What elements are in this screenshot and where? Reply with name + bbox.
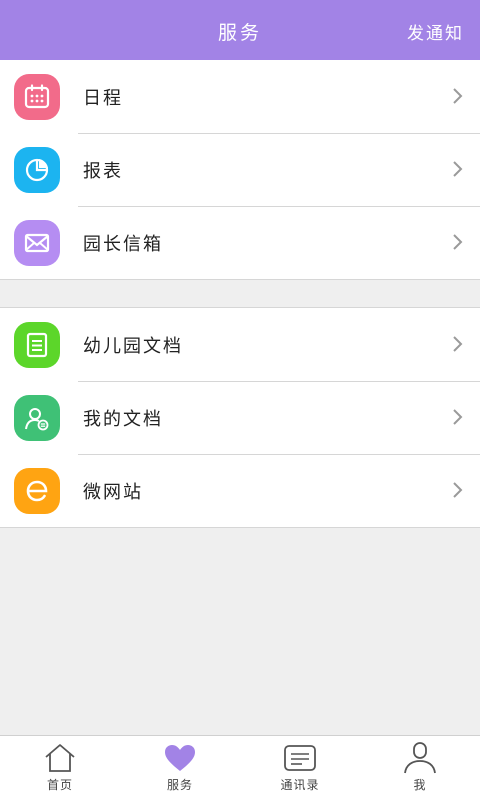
menu-item-label: 我的文档 — [83, 409, 163, 430]
chevron-right-icon — [453, 88, 463, 104]
menu-item-schedule[interactable]: 日程 — [0, 60, 480, 133]
pie-chart-icon — [14, 147, 60, 193]
chevron-right-icon — [453, 482, 463, 498]
tab-label: 我 — [413, 778, 427, 792]
e-site-icon — [14, 468, 60, 514]
menu-item-my-docs[interactable]: 我的文档 — [0, 381, 480, 454]
chevron-right-icon — [453, 336, 463, 352]
menu-item-label: 园长信箱 — [83, 234, 163, 255]
top-bar: 服务 发通知 — [0, 0, 480, 60]
tab-label: 首页 — [46, 778, 73, 792]
menu-item-label: 微网站 — [83, 482, 143, 503]
user-document-icon — [14, 395, 60, 441]
menu-item-micro-site[interactable]: 微网站 — [0, 454, 480, 527]
bottom-tab-bar: 首页 服务 通讯录 我 — [0, 735, 480, 800]
tab-me[interactable]: 我 — [360, 736, 480, 800]
contacts-icon — [284, 745, 316, 771]
menu-item-report[interactable]: 报表 — [0, 133, 480, 206]
heart-icon — [165, 745, 195, 771]
menu-item-label: 幼儿园文档 — [83, 336, 183, 357]
menu-item-label: 报表 — [83, 161, 123, 182]
tab-contacts[interactable]: 通讯录 — [240, 736, 360, 800]
person-icon — [404, 742, 436, 774]
calendar-icon — [14, 74, 60, 120]
mail-icon — [14, 220, 60, 266]
chevron-right-icon — [453, 234, 463, 250]
send-notice-button[interactable]: 发通知 — [407, 19, 464, 44]
menu-item-label: 日程 — [83, 88, 123, 109]
service-group-1: 日程 报表 园长信箱 — [0, 60, 480, 280]
tab-home[interactable]: 首页 — [0, 736, 120, 800]
home-icon — [45, 744, 75, 772]
tab-service[interactable]: 服务 — [120, 736, 240, 800]
tab-label: 服务 — [166, 778, 193, 792]
chevron-right-icon — [453, 161, 463, 177]
menu-item-kindergarten-docs[interactable]: 幼儿园文档 — [0, 308, 480, 381]
service-group-2: 幼儿园文档 我的文档 微网站 — [0, 307, 480, 528]
tab-label: 通讯录 — [280, 778, 320, 792]
document-icon — [14, 322, 60, 368]
chevron-right-icon — [453, 409, 463, 425]
menu-item-principal-mailbox[interactable]: 园长信箱 — [0, 206, 480, 279]
